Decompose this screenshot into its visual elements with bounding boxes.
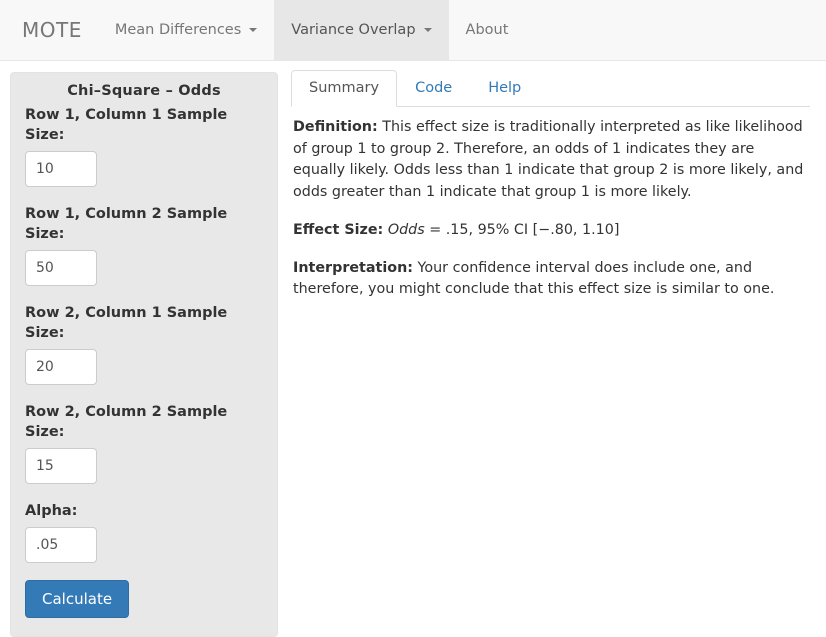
tab-bar: Summary Code Help xyxy=(291,70,810,107)
row1-col2-sample-size-input[interactable] xyxy=(25,250,97,286)
alpha-input[interactable] xyxy=(25,527,97,563)
navbar: MOTE Mean Differences Variance Overlap A… xyxy=(0,0,826,61)
row2-col2-sample-size-input[interactable] xyxy=(25,448,97,484)
tab-code[interactable]: Code xyxy=(397,70,470,107)
effect-size-value: = .15, 95% CI [−.80, 1.10] xyxy=(424,221,620,238)
tab-panel-summary: Definition: This effect size is traditio… xyxy=(291,107,810,301)
nav-item-label: About xyxy=(465,22,509,38)
page-body: Chi–Square – Odds Row 1, Column 1 Sample… xyxy=(0,61,826,637)
main-content: Summary Code Help Definition: This effec… xyxy=(291,70,810,317)
label-row2-col2-sample-size: Row 2, Column 2 Sample Size: xyxy=(25,404,228,440)
sidebar-input-panel: Chi–Square – Odds Row 1, Column 1 Sample… xyxy=(10,72,278,637)
tab-summary[interactable]: Summary xyxy=(291,70,398,107)
label-row1-col2-sample-size: Row 1, Column 2 Sample Size: xyxy=(25,206,228,242)
row1-col1-sample-size-input[interactable] xyxy=(25,151,97,187)
chevron-down-icon xyxy=(423,28,432,32)
effect-size-symbol: Odds xyxy=(387,221,425,238)
effect-size-label: Effect Size: xyxy=(293,221,384,238)
nav-item-mean-differences[interactable]: Mean Differences xyxy=(98,0,274,60)
interpretation-paragraph: Interpretation: Your confidence interval… xyxy=(293,258,808,301)
navbar-items: Mean Differences Variance Overlap About xyxy=(98,0,526,60)
label-row1-col1-sample-size: Row 1, Column 1 Sample Size: xyxy=(25,107,228,143)
interpretation-label: Interpretation: xyxy=(293,259,413,276)
tab-help[interactable]: Help xyxy=(470,70,539,107)
nav-item-label: Mean Differences xyxy=(114,22,242,38)
label-alpha: Alpha: xyxy=(25,503,78,519)
chevron-down-icon xyxy=(249,28,258,32)
nav-item-about[interactable]: About xyxy=(449,0,526,60)
calculate-button[interactable]: Calculate xyxy=(25,580,130,618)
definition-label: Definition: xyxy=(293,119,378,135)
row2-col1-sample-size-input[interactable] xyxy=(25,349,97,385)
nav-item-label: Variance Overlap xyxy=(291,22,416,38)
effect-size-paragraph: Effect Size: Odds = .15, 95% CI [−.80, 1… xyxy=(293,220,808,242)
definition-paragraph: Definition: This effect size is traditio… xyxy=(293,117,808,204)
label-row2-col1-sample-size: Row 2, Column 1 Sample Size: xyxy=(25,305,228,341)
brand-logo[interactable]: MOTE xyxy=(0,0,98,60)
panel-title: Chi–Square – Odds xyxy=(67,83,221,99)
nav-item-variance-overlap[interactable]: Variance Overlap xyxy=(274,0,449,60)
